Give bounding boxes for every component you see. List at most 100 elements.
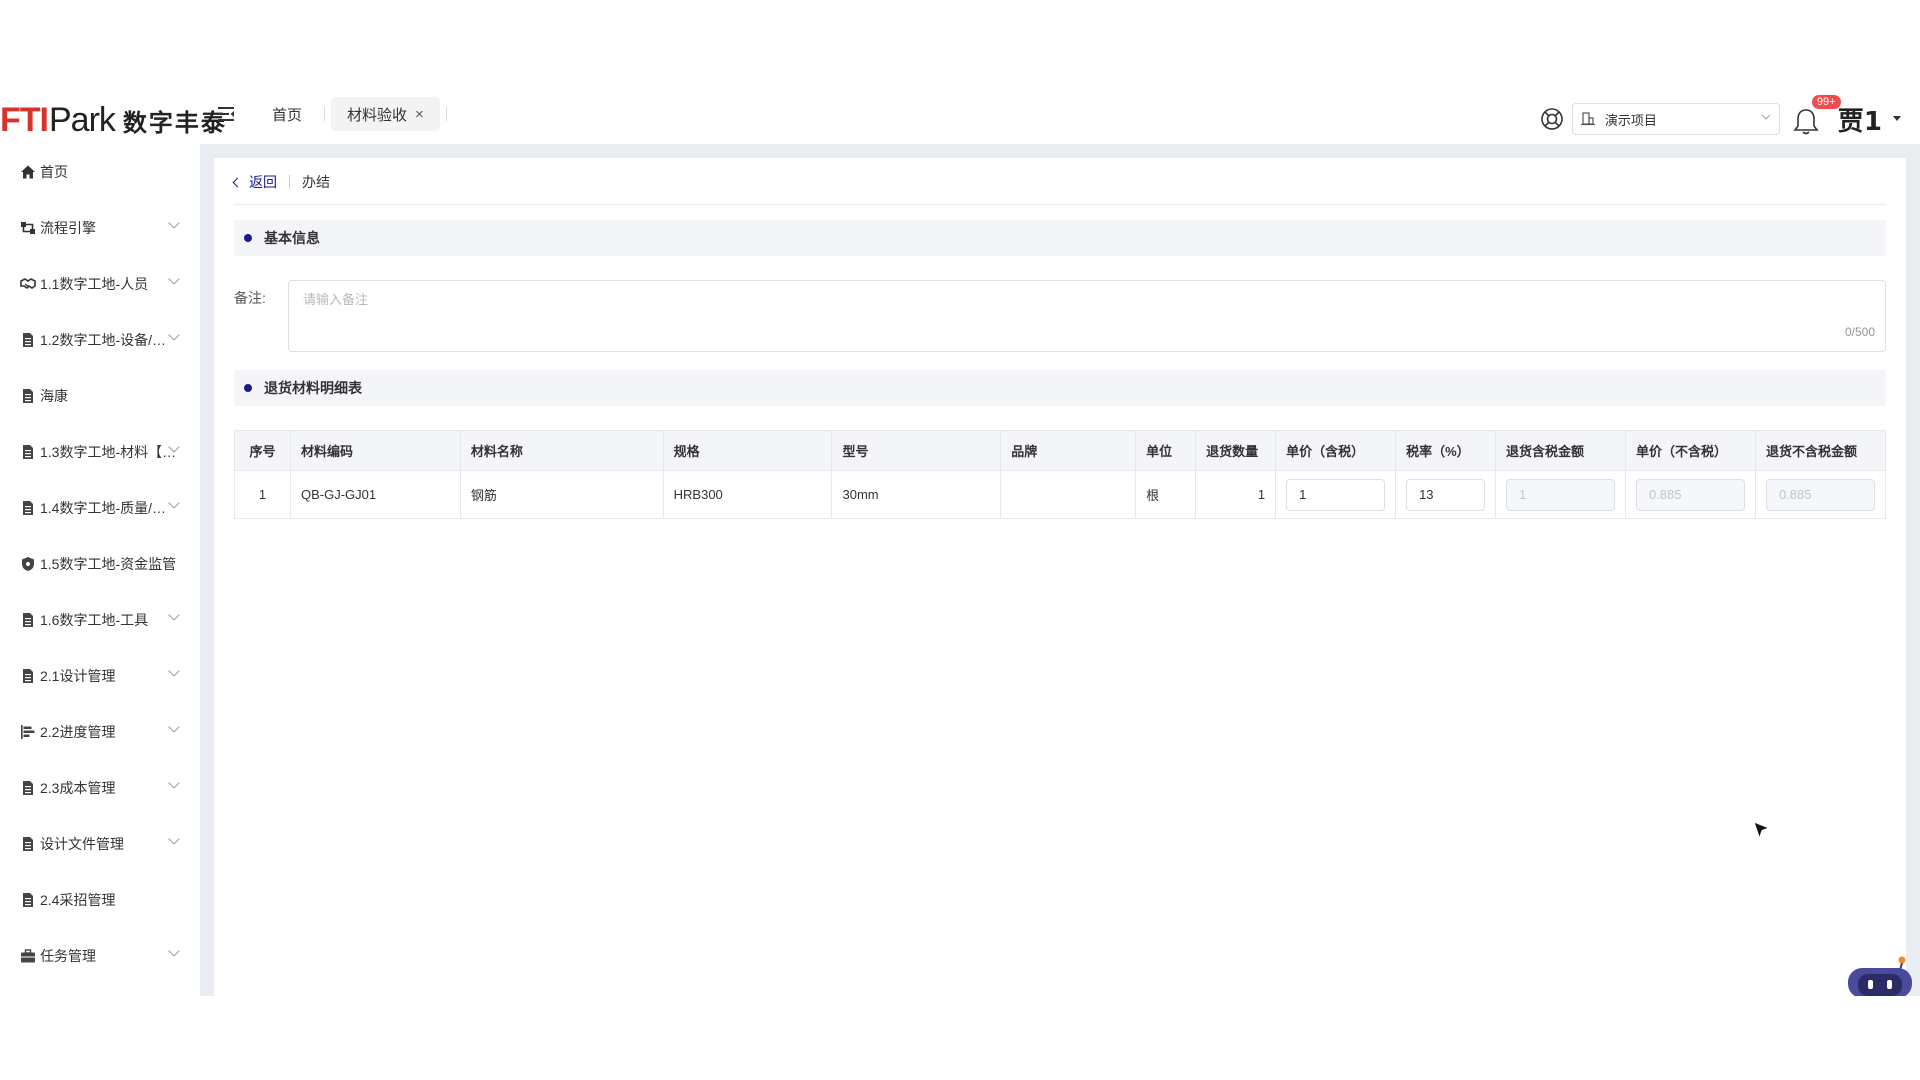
return-detail-table: 序号 材料编码 材料名称 规格 型号 品牌 单位 退货数量 单价（含税） 税率（… xyxy=(234,430,1887,519)
column-header: 退货不含税金额 xyxy=(1754,430,1887,471)
sidebar-item-design-files[interactable]: 设计文件管理 xyxy=(0,826,200,862)
sidebar-item-progress[interactable]: 2.2进度管理 xyxy=(0,714,200,750)
breadcrumb-divider xyxy=(289,175,290,189)
column-header: 材料名称 xyxy=(459,430,664,471)
cell-material-code: QB-GJ-GJ01 xyxy=(289,470,461,519)
chevron-down-icon xyxy=(1761,114,1771,120)
gantt-icon xyxy=(21,725,35,739)
tax-rate-input[interactable] xyxy=(1406,478,1486,511)
sidebar-item-tasks[interactable]: 任务管理 xyxy=(0,938,200,974)
sidebar-item-label: 流程引擎 xyxy=(40,220,96,236)
document-icon xyxy=(23,333,33,347)
cell-price-tax xyxy=(1275,470,1397,519)
tab-home[interactable]: 首页 xyxy=(256,97,318,131)
remark-input[interactable] xyxy=(289,281,1885,351)
sidebar-item-label: 2.1设计管理 xyxy=(40,668,116,684)
back-label: 返回 xyxy=(249,174,277,190)
section-return-detail: 退货材料明细表 xyxy=(234,370,1886,406)
back-button[interactable]: 返回 xyxy=(232,172,277,192)
bell-icon xyxy=(1793,109,1819,135)
cell-index: 1 xyxy=(234,470,291,519)
logo[interactable]: FTI Park 数字丰泰 xyxy=(0,100,227,140)
sidebar-item-home[interactable]: 首页 xyxy=(0,154,200,190)
price-tax-input[interactable] xyxy=(1286,478,1386,511)
cell-price-notax xyxy=(1624,470,1756,519)
section-basic-info: 基本信息 xyxy=(234,220,1886,256)
project-select[interactable]: 演示项目 xyxy=(1571,103,1780,135)
breadcrumb: 返回 办结 xyxy=(232,172,330,192)
document-icon xyxy=(23,669,33,683)
project-select-value: 演示项目 xyxy=(1604,112,1657,128)
sidebar-item-label: 2.4采招管理 xyxy=(40,892,116,908)
logo-chinese-name: 数字丰泰 xyxy=(122,108,227,137)
tab-divider xyxy=(445,107,447,121)
cell-tax-rate xyxy=(1395,470,1497,519)
sidebar-item-site-personnel[interactable]: 1.1数字工地-人员 xyxy=(0,266,200,302)
main-content: 返回 办结 基本信息 备注: 0/500 退货材料明细表 xyxy=(214,158,1906,996)
help-lifebuoy-icon[interactable] xyxy=(1540,107,1564,131)
notification-bell[interactable]: 99+ xyxy=(1792,95,1841,135)
sidebar-item-cost[interactable]: 2.3成本管理 xyxy=(0,770,200,806)
sidebar-item-site-material[interactable]: 1.3数字工地-材料【… xyxy=(0,434,200,470)
sidebar: 首页 流程引擎 1.1数字工地-人员 1.2数字工地-设备/… 海康 1.3数字… xyxy=(0,144,200,996)
user-name: 贾1 xyxy=(1837,106,1882,137)
sidebar-item-label: 1.1数字工地-人员 xyxy=(40,276,149,292)
cell-return-qty: 1 xyxy=(1195,470,1277,519)
user-menu[interactable]: 贾1 xyxy=(1838,101,1902,138)
caret-down-icon xyxy=(1893,116,1901,121)
sidebar-item-label: 首页 xyxy=(40,164,68,180)
column-header: 单价（含税） xyxy=(1275,430,1397,471)
handshake-icon xyxy=(20,278,36,290)
sidebar-item-label: 1.2数字工地-设备/… xyxy=(40,332,167,348)
cell-material-name: 钢筋 xyxy=(459,470,664,519)
home-icon xyxy=(21,165,35,179)
remark-label: 备注: xyxy=(234,290,266,306)
column-header: 单位 xyxy=(1135,430,1197,471)
remark-field: 0/500 xyxy=(288,280,1886,352)
sidebar-item-label: 1.6数字工地-工具 xyxy=(40,612,149,628)
sidebar-item-flow[interactable]: 流程引擎 xyxy=(0,210,200,246)
logo-fti: FTI xyxy=(0,100,49,139)
document-icon xyxy=(23,613,33,627)
column-header: 单价（不含税） xyxy=(1624,430,1756,471)
tab-home-label: 首页 xyxy=(272,106,303,124)
document-icon xyxy=(23,837,33,851)
amount-tax-input xyxy=(1506,478,1615,511)
flow-icon xyxy=(21,222,35,234)
sidebar-item-site-equipment[interactable]: 1.2数字工地-设备/… xyxy=(0,322,200,358)
sidebar-item-site-tools[interactable]: 1.6数字工地-工具 xyxy=(0,602,200,638)
app-root: FTI Park 数字丰泰 首页 材料验收 × 演示项目 99+ 贾1 首页 流… xyxy=(0,0,1920,1080)
close-icon[interactable]: × xyxy=(415,106,424,123)
cell-brand xyxy=(1000,470,1137,519)
tab-material-acceptance[interactable]: 材料验收 × xyxy=(331,97,440,131)
column-header: 品牌 xyxy=(1000,430,1137,471)
column-header: 型号 xyxy=(831,430,1002,471)
mouse-pointer-icon xyxy=(1753,821,1771,840)
menu-collapse-icon[interactable] xyxy=(216,104,236,124)
sidebar-item-hikvision[interactable]: 海康 xyxy=(0,378,200,414)
sidebar-item-design[interactable]: 2.1设计管理 xyxy=(0,658,200,694)
document-icon xyxy=(23,893,33,907)
document-icon xyxy=(23,501,33,515)
bullet-dot-icon xyxy=(244,384,252,392)
sidebar-item-label: 1.5数字工地-资金监管 xyxy=(40,556,177,572)
column-header: 退货含税金额 xyxy=(1495,430,1626,471)
document-icon xyxy=(23,445,33,459)
top-header: FTI Park 数字丰泰 首页 材料验收 × 演示项目 99+ 贾1 xyxy=(0,94,1920,144)
tab-material-acceptance-label: 材料验收 xyxy=(347,106,408,124)
sidebar-item-procurement[interactable]: 2.4采招管理 xyxy=(0,882,200,918)
document-icon xyxy=(23,389,33,403)
bullet-dot-icon xyxy=(244,234,252,242)
page-title: 办结 xyxy=(302,174,330,190)
briefcase-icon xyxy=(21,949,35,963)
page-tabs: 首页 材料验收 × xyxy=(256,96,453,132)
sidebar-item-label: 1.4数字工地-质量/… xyxy=(40,500,167,516)
sidebar-item-label: 任务管理 xyxy=(40,948,96,964)
table-header-row: 序号 材料编码 材料名称 规格 型号 品牌 单位 退货数量 单价（含税） 税率（… xyxy=(234,430,1887,471)
section-title: 基本信息 xyxy=(264,230,320,246)
sidebar-item-site-funds[interactable]: 1.5数字工地-资金监管 xyxy=(0,546,200,582)
sidebar-item-label: 设计文件管理 xyxy=(40,836,124,852)
sidebar-item-site-quality[interactable]: 1.4数字工地-质量/… xyxy=(0,490,200,526)
shield-icon xyxy=(22,557,34,571)
assistant-robot-icon[interactable] xyxy=(1846,954,1916,996)
